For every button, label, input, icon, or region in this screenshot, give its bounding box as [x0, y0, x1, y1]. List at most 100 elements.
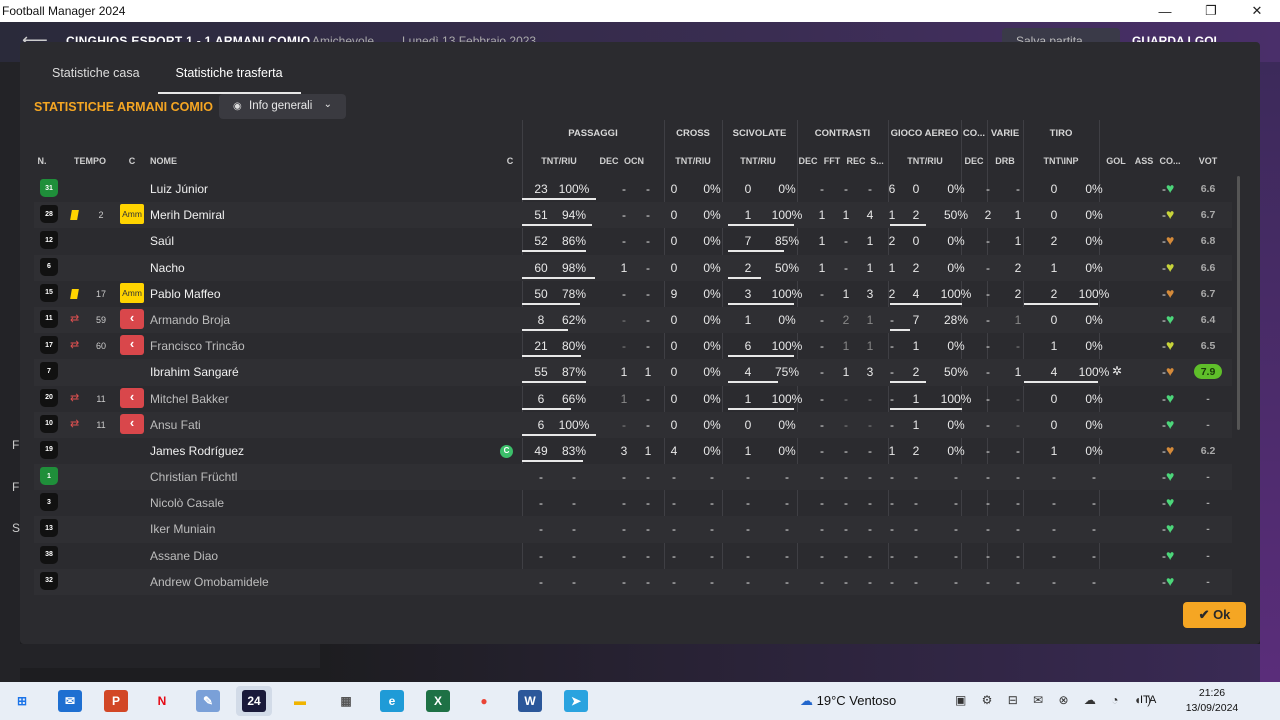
shirt-number: 11 [40, 309, 58, 328]
table-row[interactable]: 28 Amm 2 Merih Demiral 51 94% - -0 0% 1 100% 1 1 4 1 2 5… [34, 202, 1232, 229]
netflix-icon[interactable]: N [150, 690, 174, 712]
col-card[interactable]: C [124, 156, 140, 166]
col-condition[interactable]: CO... [1156, 156, 1184, 166]
stat-pass-t: 23 [534, 182, 548, 196]
chrome-icon[interactable]: ● [472, 690, 496, 712]
stat-co-dec: - [986, 339, 990, 354]
player-name[interactable]: Francisco Trincão [150, 339, 245, 353]
col-duel-dec[interactable]: DEC [796, 156, 820, 166]
player-name[interactable]: Iker Muniain [150, 522, 215, 536]
match-rating: - [1206, 418, 1210, 431]
table-row[interactable]: 1 Christian Früchtl - - - - - - - - - - - - - - - - - - - ♥ - [34, 464, 1232, 491]
telegram-icon[interactable]: ➤ [564, 690, 588, 712]
minimize-button[interactable]: — [1142, 0, 1188, 22]
player-name[interactable]: Nicolò Casale [150, 496, 224, 510]
player-name[interactable]: Pablo Maffeo [150, 287, 221, 301]
col-tackle-tnt[interactable]: TNT/RIU [726, 156, 790, 166]
table-row[interactable]: 11 ⇄ ‹ 59 Armando Broja 8 62% - - 0 0% 1 0% - 2 1 - 7 28% -… [34, 306, 1232, 334]
tab-away-stats[interactable]: Statistiche trasferta [157, 56, 301, 94]
player-name[interactable]: Christian Früchtl [150, 470, 237, 484]
ok-button[interactable]: ✔ Ok [1183, 602, 1246, 628]
col-assists[interactable]: ASS [1132, 156, 1156, 166]
player-name[interactable]: James Rodríguez [150, 444, 244, 458]
col-co-dec[interactable]: DEC [962, 156, 986, 166]
col-goals[interactable]: GOL [1102, 156, 1130, 166]
windows-start-icon[interactable]: ⊞ [10, 690, 34, 712]
col-aerial-tnt[interactable]: TNT/RIU [890, 156, 960, 166]
player-name[interactable]: Luiz Júnior [150, 182, 208, 196]
system-tray[interactable]: ▣ ⚙ ⊟ ✉ ⊗ ☁ ◔ ◖) [955, 693, 1157, 707]
close-window-button[interactable]: ✕ [1234, 0, 1280, 22]
player-name[interactable]: Saúl [150, 234, 174, 248]
table-row[interactable]: 6 Nacho 60 98% 1-0 0% 2 50% 1-1 1 2 0% -2 1 0% - ♥ 6.6 [34, 254, 1232, 281]
match-rating: - [1206, 471, 1210, 484]
col-number[interactable]: N. [34, 156, 50, 166]
table-row[interactable]: 10 ⇄ ‹ 11 Ansu Fati 6 100% - - 0 0% 0 0% - - - - 1 0% - - 0 0%… [34, 411, 1232, 438]
table-row[interactable]: 31 Luiz Júnior 23 100% - -0 0% 0 0% - - -6 0 0% - -0 0% -… [34, 176, 1232, 202]
stat-drb: 1 [1014, 312, 1022, 327]
table-row[interactable]: 3 Nicolò Casale - - - - - - - - - - - - - - - - - - - ♥ - [34, 490, 1232, 516]
player-name[interactable]: Merih Demiral [150, 208, 225, 222]
stat-co-dec: - [986, 234, 990, 249]
stat-ae-p: 0% [947, 443, 965, 458]
player-name[interactable]: Assane Diao [150, 549, 218, 563]
player-name[interactable]: Ansu Fati [150, 418, 201, 432]
stat-sc-p: 50% [774, 260, 800, 275]
excel-icon[interactable]: X [426, 690, 450, 712]
table-row[interactable]: 20 ⇄ ‹ 11 Mitchel Bakker 6 66% 1-0 0% 1 100% - - - -1 1… [34, 386, 1232, 412]
shirt-number-icon: 13 [40, 519, 60, 539]
col-cross-tnt[interactable]: TNT/RIU [660, 156, 726, 166]
success-rate-bar [522, 355, 581, 358]
col-pass-dec[interactable]: DEC [598, 156, 620, 166]
table-scrollbar[interactable] [1237, 176, 1240, 430]
player-name[interactable]: Nacho [150, 261, 185, 275]
player-name[interactable]: Armando Broja [150, 313, 230, 327]
mail-icon[interactable]: ✉ [58, 690, 82, 712]
col-duel-fft[interactable]: FFT [820, 156, 844, 166]
tab-home-stats[interactable]: Statistiche casa [34, 56, 158, 94]
col-captain[interactable]: C [502, 156, 518, 166]
weather-widget[interactable]: ☁ 19°C Ventoso [800, 693, 896, 709]
table-row[interactable]: 7 Ibrahim Sangaré 55 87% 1 1 0 0% 4 75% -1 3-2 50% -1… [34, 359, 1232, 386]
word-icon[interactable]: W [518, 690, 542, 712]
player-name[interactable]: Mitchel Bakker [150, 392, 229, 406]
table-row[interactable]: 19 James Rodríguez C 49 83% 3 1 4 0% 1 0% - - - 1 2 0% - -… [34, 438, 1232, 464]
fm24-icon[interactable]: 24 [242, 690, 266, 712]
success-rate-bar [728, 224, 794, 227]
powerpoint-icon[interactable]: P [104, 690, 128, 712]
stat-pass-p: 87% [561, 365, 587, 380]
stat-sc-t: 1 [744, 312, 752, 327]
table-row[interactable]: 32 Andrew Omobamidele - - - - - - - - - - - - - - - - - - - ♥… [34, 568, 1232, 595]
col-duel-rec[interactable]: REC [844, 156, 868, 166]
subbed-off-icon: ‹ [120, 308, 144, 329]
table-row[interactable]: 15 Amm 17 Pablo Maffeo 50 78% - -9 0% 3 100% -1 3 2 4 1… [34, 281, 1232, 307]
stat-ocn: - [646, 234, 650, 249]
clock[interactable]: 21:26 13/09/2024 [1180, 686, 1244, 716]
col-pass-tnt[interactable]: TNT/RIU [526, 156, 592, 166]
stat-ae-t: 2 [912, 443, 920, 458]
paint-icon[interactable]: ✎ [196, 690, 220, 712]
calculator-icon[interactable]: ▦ [334, 690, 358, 712]
col-dribbles[interactable]: DRB [992, 156, 1018, 166]
col-duel-s[interactable]: S... [868, 156, 886, 166]
col-shots[interactable]: TNT\INP [1026, 156, 1096, 166]
section-title: STATISTICHE ARMANI COMIO [34, 100, 213, 114]
maximize-button[interactable]: ❐ [1188, 0, 1234, 22]
stat-c-s: - [890, 574, 894, 589]
file-explorer-icon[interactable]: ▬ [288, 690, 312, 712]
table-row[interactable]: 13 Iker Muniain - - - - - - - - - - - - - - - - - - - ♥ - [34, 516, 1232, 543]
table-row[interactable]: 12 Saúl 52 86% - -0 0% 7 85% 1-1 2 0 0% -1 2 0% - ♥ 6.8 [34, 228, 1232, 254]
player-name[interactable]: Ibrahim Sangaré [150, 365, 239, 379]
view-dropdown[interactable]: ◉ Info generali ⌄ [219, 94, 346, 119]
shirt-number-icon: 28 [40, 205, 60, 225]
edge-icon[interactable]: e [380, 690, 404, 712]
player-name[interactable]: Andrew Omobamidele [150, 575, 269, 589]
language-indicator[interactable]: ITA [1140, 694, 1156, 706]
col-time[interactable]: TEMPO [70, 156, 110, 166]
stat-pass-t: 52 [534, 234, 548, 249]
col-name[interactable]: NOME [150, 156, 177, 166]
col-pass-ocn[interactable]: OCN [622, 156, 646, 166]
table-row[interactable]: 38 Assane Diao - - - - - - - - - - - - - - - - - - - ♥ - [34, 543, 1232, 569]
col-rating[interactable]: VOT [1194, 156, 1222, 166]
table-row[interactable]: 17 ⇄ ‹ 60 Francisco Trincão 21 80% - - 0 0% 6 100% - 1… [34, 333, 1232, 359]
